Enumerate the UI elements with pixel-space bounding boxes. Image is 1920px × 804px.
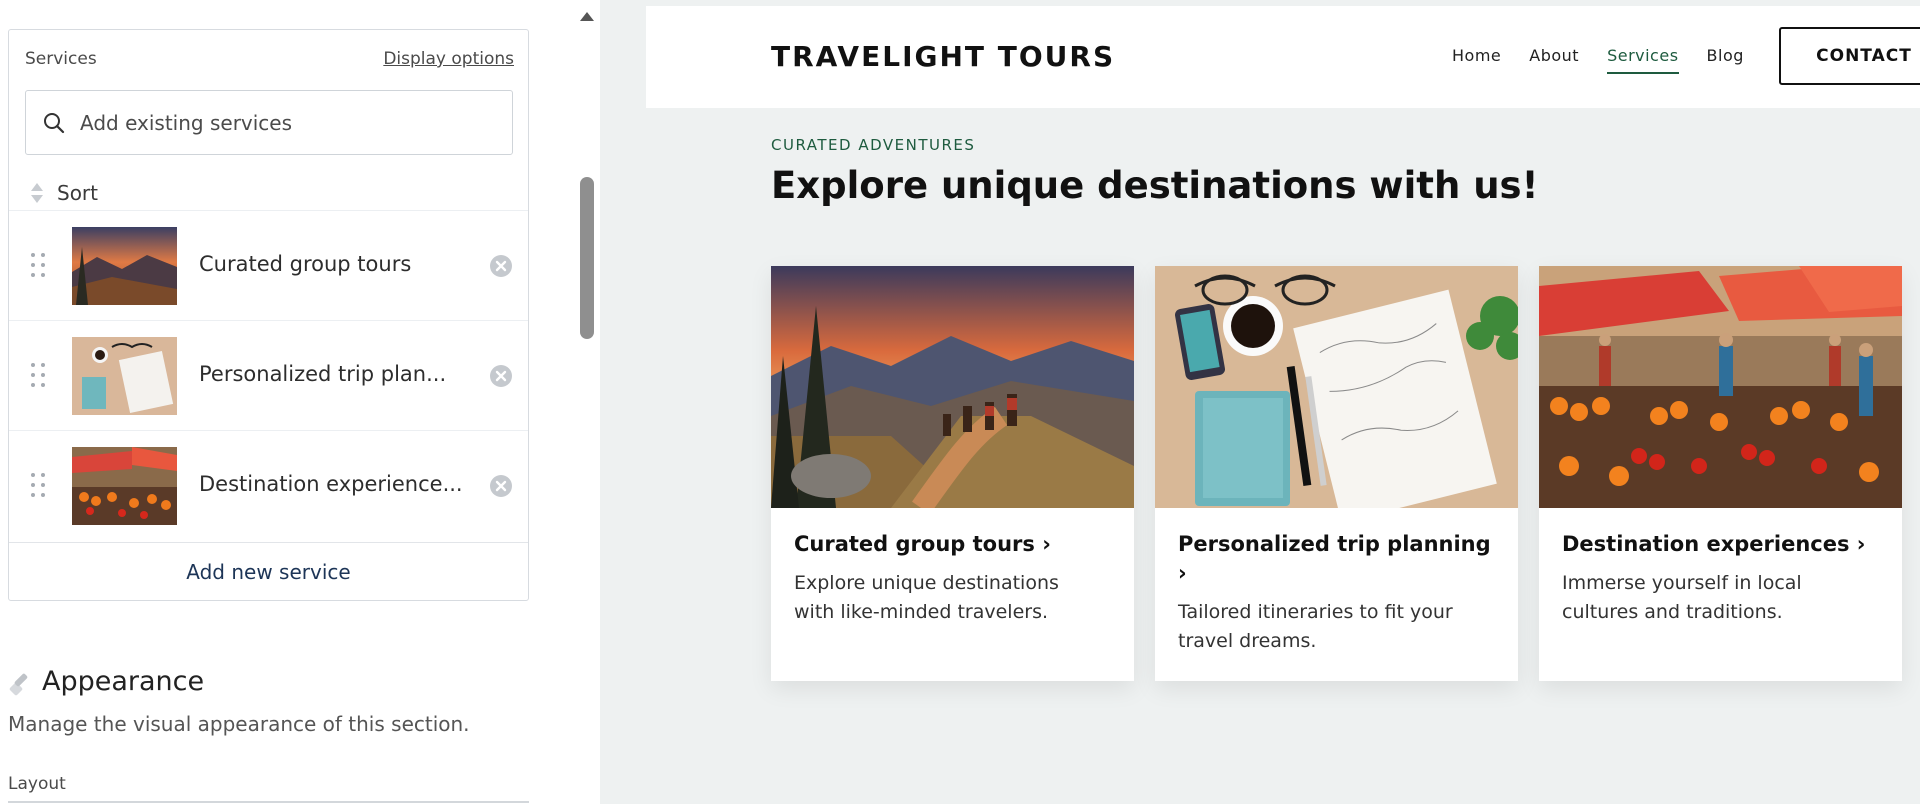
card-title[interactable]: Destination experiences › bbox=[1562, 530, 1882, 559]
section-eyebrow: CURATED ADVENTURES bbox=[771, 136, 976, 154]
nav-home[interactable]: Home bbox=[1452, 46, 1501, 65]
contact-button[interactable]: CONTACT bbox=[1779, 27, 1920, 85]
sort-icon bbox=[31, 183, 43, 203]
nav-services[interactable]: Services bbox=[1607, 46, 1680, 74]
editor-panel: Services Display options Add existing se… bbox=[0, 0, 600, 804]
service-label: Personalized trip plan... bbox=[199, 362, 447, 386]
layout-divider bbox=[8, 801, 529, 803]
destination-experiences-thumbnail bbox=[72, 447, 177, 525]
remove-icon[interactable] bbox=[489, 474, 513, 498]
list-item[interactable]: Destination experience... bbox=[9, 430, 528, 540]
remove-icon[interactable] bbox=[489, 364, 513, 388]
add-new-service-button[interactable]: Add new service bbox=[9, 542, 528, 600]
services-label: Services bbox=[25, 49, 97, 69]
layout-label: Layout bbox=[8, 774, 66, 794]
brand-logo[interactable]: TRAVELIGHT TOURS bbox=[771, 40, 1115, 73]
sort-control[interactable]: Sort bbox=[29, 176, 98, 210]
remove-icon[interactable] bbox=[489, 254, 513, 278]
market-stalls-image bbox=[1539, 266, 1902, 508]
service-label: Curated group tours bbox=[199, 252, 412, 276]
trip-planning-thumbnail bbox=[72, 337, 177, 415]
sort-label: Sort bbox=[57, 181, 98, 205]
site-header: TRAVELIGHT TOURS Home About Services Blo… bbox=[646, 6, 1920, 108]
scroll-up-arrow-icon[interactable] bbox=[580, 12, 594, 21]
card-description: Immerse yourself in local cultures and t… bbox=[1562, 572, 1802, 623]
card-title[interactable]: Curated group tours › bbox=[794, 530, 1114, 559]
site-preview: TRAVELIGHT TOURS Home About Services Blo… bbox=[600, 0, 1920, 804]
drag-handle-icon[interactable] bbox=[29, 251, 47, 279]
search-placeholder: Add existing services bbox=[80, 110, 293, 135]
appearance-description: Manage the visual appearance of this sec… bbox=[8, 712, 470, 736]
card-description: Tailored itineraries to fit your travel … bbox=[1178, 601, 1453, 652]
section-headline: Explore unique destinations with us! bbox=[771, 164, 1539, 207]
search-icon bbox=[44, 112, 65, 133]
drag-handle-icon[interactable] bbox=[29, 361, 47, 389]
nav-about[interactable]: About bbox=[1529, 46, 1579, 65]
appearance-heading: Appearance bbox=[42, 666, 205, 697]
search-input[interactable]: Add existing services bbox=[25, 90, 513, 155]
service-label: Destination experience... bbox=[199, 472, 463, 496]
nav-blog[interactable]: Blog bbox=[1707, 46, 1744, 65]
card-title[interactable]: Personalized trip planning › bbox=[1178, 530, 1498, 588]
card-description: Explore unique destinations with like-mi… bbox=[794, 572, 1059, 623]
services-card: Services Display options Add existing se… bbox=[8, 29, 529, 601]
paintbrush-icon bbox=[9, 673, 28, 696]
service-card-trip-planning[interactable]: Personalized trip planning › Tailored it… bbox=[1155, 266, 1518, 681]
display-options-link[interactable]: Display options bbox=[383, 49, 514, 69]
list-item[interactable]: Curated group tours bbox=[9, 210, 528, 320]
list-item[interactable]: Personalized trip plan... bbox=[9, 320, 528, 430]
drag-handle-icon[interactable] bbox=[29, 471, 47, 499]
service-card-curated-tours[interactable]: Curated group tours › Explore unique des… bbox=[771, 266, 1134, 681]
trip-planning-desk-image bbox=[1155, 266, 1518, 508]
main-nav: Home About Services Blog bbox=[1452, 46, 1744, 74]
mountain-hikers-image bbox=[771, 266, 1134, 508]
curated-tours-thumbnail bbox=[72, 227, 177, 305]
service-card-destination-experiences[interactable]: Destination experiences › Immerse yourse… bbox=[1539, 266, 1902, 681]
scrollbar-thumb[interactable] bbox=[580, 177, 594, 339]
